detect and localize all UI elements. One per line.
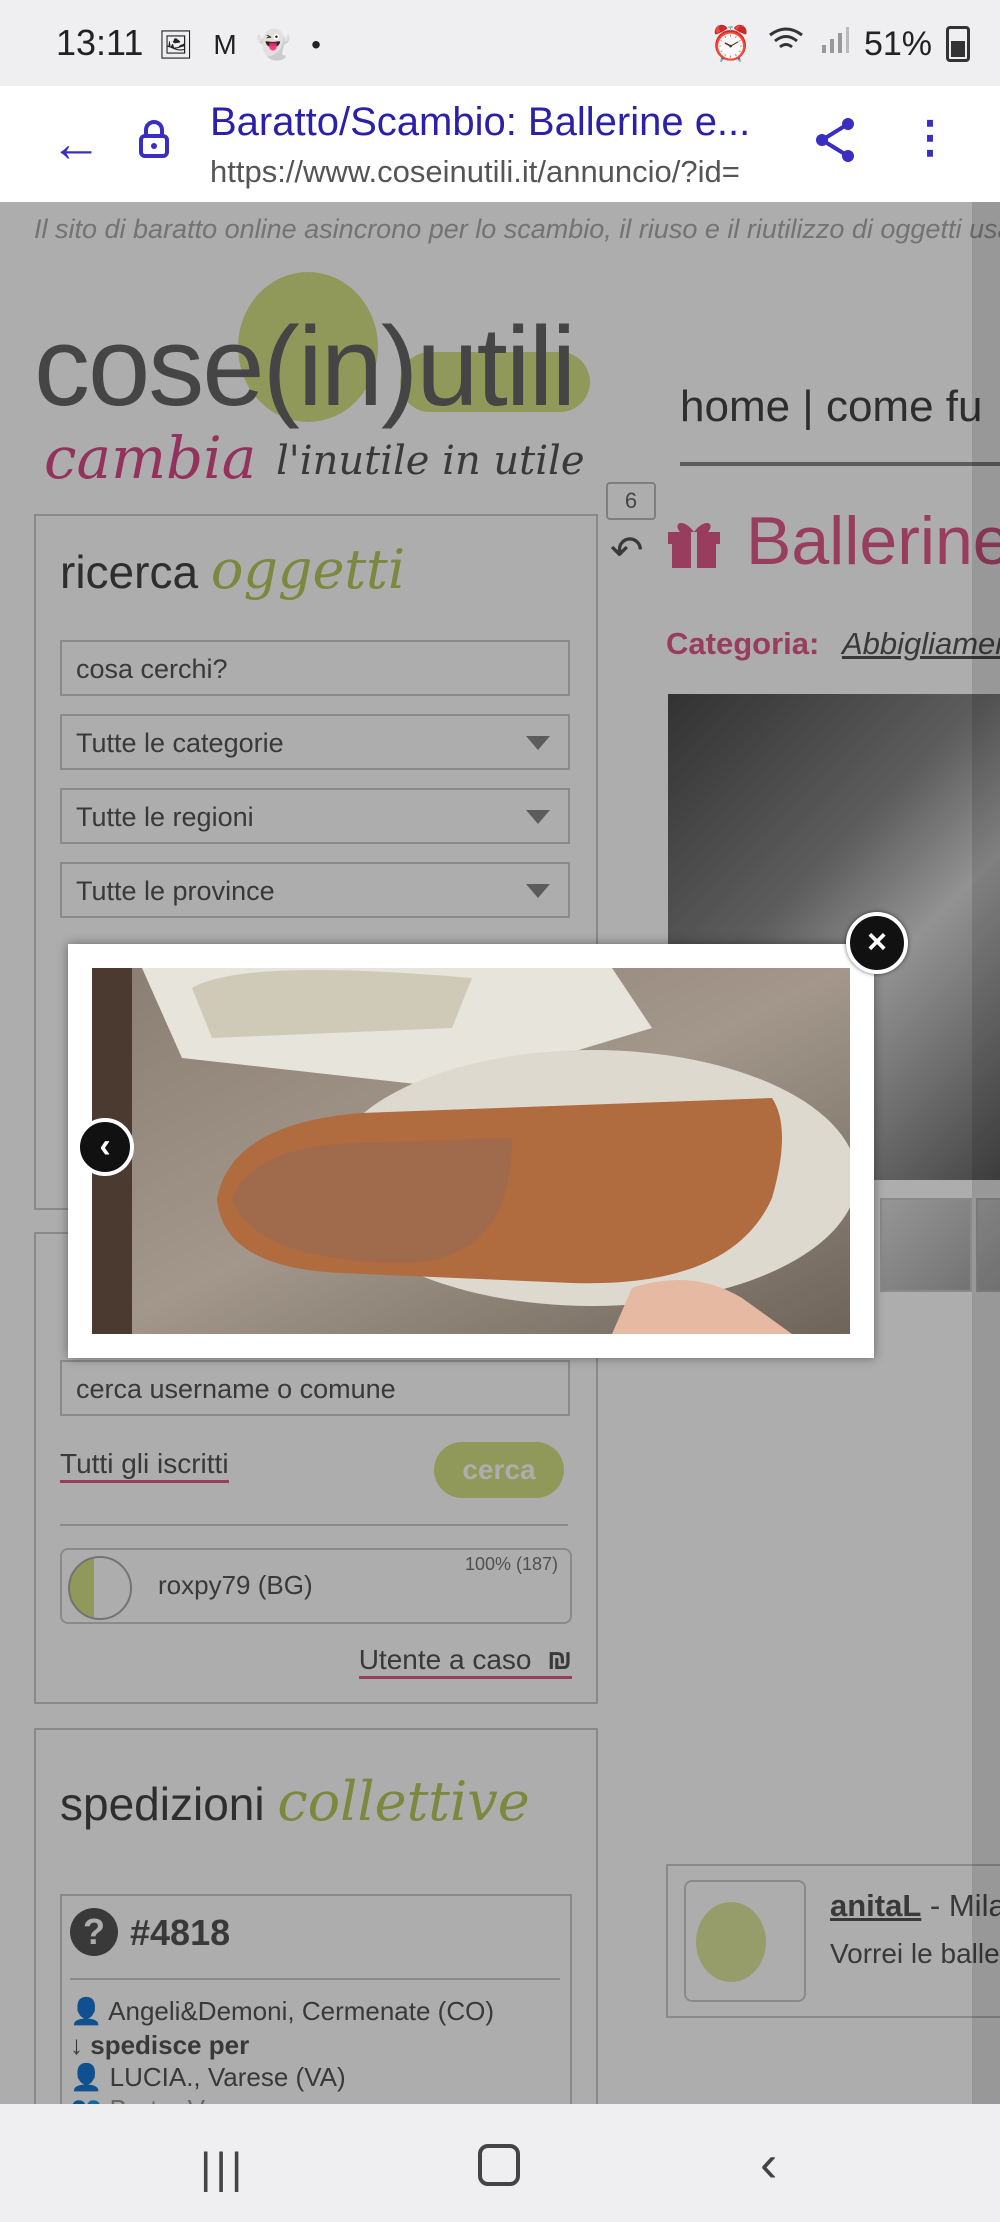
wifi-icon	[766, 25, 806, 64]
chevron-left-icon[interactable]: ‹	[76, 1118, 134, 1176]
lightbox-photo[interactable]	[92, 968, 850, 1334]
battery-icon	[946, 26, 970, 62]
status-bar: 13:11 🖼 M 👻 • ⏰ 51%	[0, 0, 1000, 86]
overlay-edge	[972, 202, 1000, 2104]
lightbox	[68, 944, 874, 1358]
home-icon[interactable]	[478, 2144, 520, 2186]
browser-toolbar: ← Baratto/Scambio: Ballerine e... https:…	[0, 86, 1000, 203]
system-nav-bar: ||| ‹	[0, 2104, 1000, 2222]
alarm-icon: ⏰	[709, 25, 752, 63]
lock-icon[interactable]	[138, 120, 170, 158]
url-text[interactable]: https://www.coseinutili.it/annuncio/?id=	[210, 154, 790, 190]
more-vert-icon[interactable]: ⋮	[908, 112, 952, 163]
recent-apps-icon[interactable]: |||	[200, 2144, 246, 2194]
notification-icons: 🖼 M 👻 •	[158, 29, 327, 60]
close-icon[interactable]: ×	[846, 912, 908, 974]
share-icon[interactable]	[810, 114, 862, 166]
back-icon[interactable]: ‹	[760, 2134, 777, 2194]
signal-icon	[820, 25, 850, 64]
battery-percent: 51%	[863, 24, 932, 63]
back-arrow-icon[interactable]: ←	[50, 114, 102, 174]
status-right-icons: ⏰ 51%	[710, 24, 970, 64]
page-title[interactable]: Baratto/Scambio: Ballerine e...	[210, 100, 790, 145]
status-time: 13:11	[56, 22, 144, 63]
